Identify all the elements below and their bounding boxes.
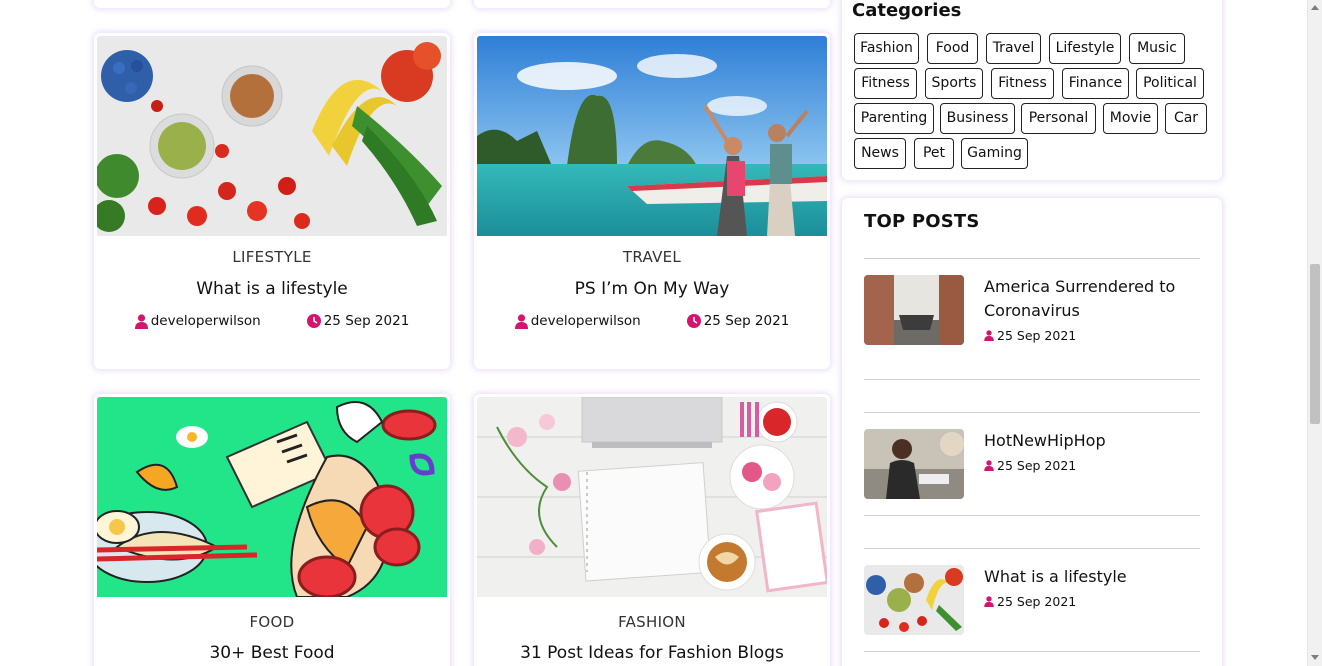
top-post-date: 25 Sep 2021: [984, 594, 1076, 609]
scroll-down-arrow[interactable]: [1311, 655, 1319, 660]
page-scrollbar[interactable]: [1307, 0, 1322, 666]
tag-news[interactable]: News: [854, 138, 906, 169]
tag-car[interactable]: Car: [1165, 103, 1207, 134]
top-posts-title: TOP POSTS: [864, 211, 980, 232]
post-category[interactable]: FOOD: [94, 613, 450, 631]
divider: [864, 651, 1200, 652]
post-meta: developerwilson 25 Sep 2021: [94, 313, 450, 329]
post-image-food-veggies[interactable]: [97, 36, 447, 236]
author-name: developerwilson: [150, 313, 261, 329]
tag-political[interactable]: Political: [1136, 68, 1204, 99]
post-card-travel[interactable]: TRAVEL PS I’m On My Way developerwilson …: [474, 33, 830, 369]
divider: [864, 258, 1200, 259]
user-icon: [514, 313, 528, 329]
post-meta: developerwilson 25 Sep 2021: [474, 313, 830, 329]
clock-icon: [686, 314, 701, 328]
top-post-thumb[interactable]: [864, 565, 964, 635]
date-text: 25 Sep 2021: [323, 313, 410, 329]
author-name: developerwilson: [530, 313, 641, 329]
top-post-thumb[interactable]: [864, 429, 964, 499]
tag-fitness[interactable]: Fitness: [854, 68, 917, 99]
post-title[interactable]: 31 Post Ideas for Fashion Blogs: [474, 643, 830, 663]
post-image-fashion-desk[interactable]: [477, 397, 827, 597]
scrollbar-thumb[interactable]: [1310, 264, 1320, 424]
post-date: 25 Sep 2021: [306, 313, 410, 329]
top-post-title[interactable]: What is a lifestyle: [984, 565, 1194, 589]
date-text: 25 Sep 2021: [997, 458, 1077, 473]
post-title[interactable]: PS I’m On My Way: [474, 279, 830, 299]
post-author[interactable]: developerwilson: [134, 313, 261, 329]
user-icon: [984, 330, 994, 341]
post-card-lifestyle[interactable]: LIFESTYLE What is a lifestyle developerw…: [94, 33, 450, 369]
user-icon: [134, 313, 148, 329]
tag-fashion[interactable]: Fashion: [854, 33, 919, 64]
tag-parenting[interactable]: Parenting: [854, 103, 934, 134]
post-card-partial-left: [94, 0, 450, 8]
post-image-travel-lagoon[interactable]: [477, 36, 827, 236]
divider: [864, 515, 1200, 516]
divider: [864, 379, 1200, 380]
post-date: 25 Sep 2021: [686, 313, 790, 329]
post-category[interactable]: LIFESTYLE: [94, 248, 450, 266]
date-text: 25 Sep 2021: [997, 594, 1077, 609]
user-icon: [984, 596, 994, 607]
top-post-date: 25 Sep 2021: [984, 458, 1076, 473]
tag-pet[interactable]: Pet: [914, 138, 954, 169]
top-post-thumb[interactable]: [864, 275, 964, 345]
date-text: 25 Sep 2021: [997, 328, 1077, 343]
tag-music[interactable]: Music: [1129, 33, 1185, 64]
post-title[interactable]: 30+ Best Food: [94, 643, 450, 663]
post-category[interactable]: TRAVEL: [474, 248, 830, 266]
divider: [864, 412, 1200, 413]
top-post-title[interactable]: HotNewHipHop: [984, 429, 1194, 453]
tag-lifestyle[interactable]: Lifestyle: [1049, 33, 1121, 64]
scroll-up-arrow[interactable]: [1311, 5, 1319, 10]
post-card-partial-right: [474, 0, 830, 8]
tag-finance[interactable]: Finance: [1062, 68, 1129, 99]
tag-gaming[interactable]: Gaming: [961, 138, 1028, 169]
tag-travel[interactable]: Travel: [986, 33, 1041, 64]
top-post-title[interactable]: America Surrendered to Coronavirus: [984, 275, 1194, 323]
tag-fitness-2[interactable]: Fitness: [991, 68, 1054, 99]
post-card-fashion[interactable]: FASHION 31 Post Ideas for Fashion Blogs: [474, 394, 830, 666]
post-title[interactable]: What is a lifestyle: [94, 279, 450, 299]
divider: [864, 548, 1200, 549]
tag-personal[interactable]: Personal: [1021, 103, 1096, 134]
tag-business[interactable]: Business: [940, 103, 1015, 134]
post-image-food-illustration[interactable]: [97, 397, 447, 597]
clock-icon: [306, 314, 321, 328]
top-post-date: 25 Sep 2021: [984, 328, 1076, 343]
tag-movie[interactable]: Movie: [1103, 103, 1158, 134]
categories-title: Categories: [852, 0, 962, 21]
tag-sports[interactable]: Sports: [925, 68, 983, 99]
tag-food[interactable]: Food: [927, 33, 978, 64]
post-category[interactable]: FASHION: [474, 613, 830, 631]
post-card-food[interactable]: FOOD 30+ Best Food: [94, 394, 450, 666]
user-icon: [984, 460, 994, 471]
date-text: 25 Sep 2021: [703, 313, 790, 329]
post-author[interactable]: developerwilson: [514, 313, 641, 329]
